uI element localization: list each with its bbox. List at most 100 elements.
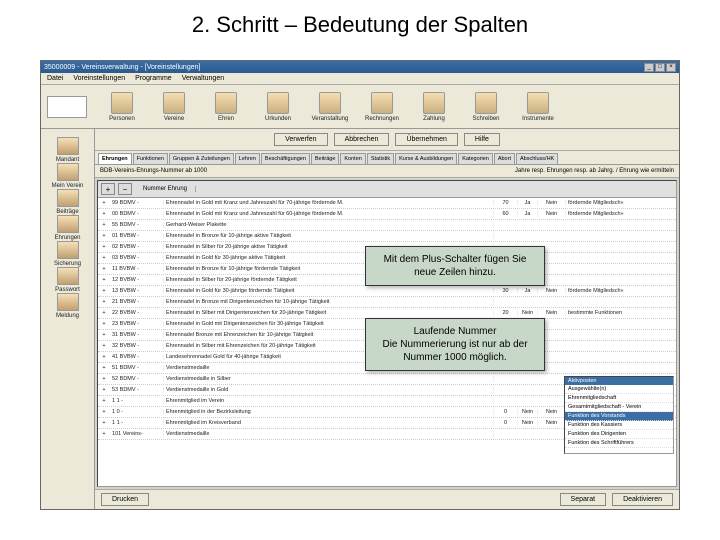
list-item[interactable]: Funktion des Kassiers (565, 421, 673, 430)
menu-item[interactable]: Datei (47, 75, 63, 82)
cell-desc: Ehrennadel in Bronze für 10-jährige akti… (164, 233, 494, 239)
toolbar-icon (423, 92, 445, 114)
sidebar-item[interactable]: Mein Verein (45, 163, 90, 189)
app-logo (47, 96, 87, 118)
expand-icon[interactable]: + (98, 310, 110, 316)
toolbar-button[interactable]: Zahlung (409, 92, 459, 122)
tab[interactable]: Lehren (235, 153, 260, 164)
cell-num: 22 BVBW - (110, 310, 164, 316)
cell-ja: Ja (518, 211, 538, 217)
toolbar-button[interactable]: Rechnungen (357, 92, 407, 122)
sidebar: MandantMein VereinBeiträgeEhrungenSicher… (41, 129, 95, 509)
deactivate-button[interactable]: Deaktivieren (612, 493, 673, 506)
list-item[interactable]: Gesamtmitgliedschaft - Verein (565, 403, 673, 412)
maximize-button[interactable]: □ (655, 63, 665, 72)
expand-icon[interactable]: + (98, 332, 110, 338)
expand-icon[interactable]: + (98, 299, 110, 305)
titlebar: 35000009 - Vereinsverwaltung - [Voreinst… (41, 61, 679, 73)
table-row[interactable]: +55 BDMV -Gerhard-Weiser Plakette (98, 220, 676, 231)
cell-desc: Ehrenmitglied im Kreisverband (164, 420, 494, 426)
expand-icon[interactable]: + (98, 288, 110, 294)
expand-icon[interactable]: + (98, 321, 110, 327)
expand-icon[interactable]: + (98, 222, 110, 228)
remove-row-button[interactable]: − (118, 183, 132, 195)
sidebar-item[interactable]: Ehrungen (45, 215, 90, 241)
list-item[interactable]: Funktion des Schriftführers (565, 439, 673, 448)
expand-icon[interactable]: + (98, 255, 110, 261)
footer-row: Drucken Separat Deaktivieren (95, 489, 679, 509)
sidebar-icon (57, 241, 79, 259)
menu-item[interactable]: Voreinstellungen (73, 75, 125, 82)
expand-icon[interactable]: + (98, 244, 110, 250)
cell-num: 55 BDMV - (110, 222, 164, 228)
expand-icon[interactable]: + (98, 266, 110, 272)
toolbar-button[interactable]: Ehren (201, 92, 251, 122)
help-button[interactable]: Hilfe (464, 133, 500, 146)
expand-icon[interactable]: + (98, 431, 110, 437)
toolbar-label: Veranstaltung (312, 116, 349, 122)
toolbar-button[interactable]: Urkunden (253, 92, 303, 122)
table-row[interactable]: +99 BDMV -Ehrennadel in Gold mit Kranz u… (98, 198, 676, 209)
expand-icon[interactable]: + (98, 365, 110, 371)
toolbar-button[interactable]: Schreiben (461, 92, 511, 122)
table-row[interactable]: +01 BVBW -Ehrennadel in Bronze für 10-jä… (98, 231, 676, 242)
tab[interactable]: Beschäftigungen (261, 153, 310, 164)
menu-item[interactable]: Programme (135, 75, 172, 82)
expand-icon[interactable]: + (98, 200, 110, 206)
expand-icon[interactable]: + (98, 387, 110, 393)
tab[interactable]: Ehrungen (98, 153, 132, 164)
tab[interactable]: Statistik (367, 153, 394, 164)
expand-icon[interactable]: + (98, 277, 110, 283)
minimize-button[interactable]: _ (644, 63, 654, 72)
cell-nein: Nein (538, 200, 566, 206)
tab[interactable]: Beiträge (311, 153, 340, 164)
expand-icon[interactable]: + (98, 398, 110, 404)
separate-button[interactable]: Separat (560, 493, 607, 506)
toolbar-button[interactable]: Instrumente (513, 92, 563, 122)
toolbar-icon (163, 92, 185, 114)
toolbar-button[interactable]: Personen (97, 92, 147, 122)
print-button[interactable]: Drucken (101, 493, 149, 506)
expand-icon[interactable]: + (98, 420, 110, 426)
toolbar-icon (475, 92, 497, 114)
tab[interactable]: Abschluss/HK (516, 153, 558, 164)
expand-icon[interactable]: + (98, 354, 110, 360)
sidebar-item[interactable]: Beiträge (45, 189, 90, 215)
cell-desc: Verdienstmedaille (164, 431, 494, 437)
tab[interactable]: Kurse & Ausbildungen (395, 153, 457, 164)
sidebar-item[interactable]: Sicherung (45, 241, 90, 267)
list-item[interactable]: Funktion des Vorstands (565, 412, 673, 421)
apply-button[interactable]: Übernehmen (395, 133, 457, 146)
expand-icon[interactable]: + (98, 376, 110, 382)
add-row-button[interactable]: + (101, 183, 115, 195)
cell-nein: Nein (538, 420, 566, 426)
cancel-button[interactable]: Abbrechen (334, 133, 390, 146)
menu-item[interactable]: Verwaltungen (182, 75, 224, 82)
toolbar-icon (371, 92, 393, 114)
expand-icon[interactable]: + (98, 409, 110, 415)
tab[interactable]: Funktionen (133, 153, 168, 164)
sidebar-label: Meldung (56, 313, 79, 319)
close-button[interactable]: × (666, 63, 676, 72)
discard-button[interactable]: Verwerfen (274, 133, 328, 146)
tab[interactable]: Gruppen & Zuteilungen (169, 153, 234, 164)
toolbar-button[interactable]: Veranstaltung (305, 92, 355, 122)
table-row[interactable]: +13 BVBW -Ehrennadel in Gold für 30-jähr… (98, 286, 676, 297)
tab[interactable]: Konten (340, 153, 365, 164)
list-item[interactable]: Funktion des Dirigenten (565, 430, 673, 439)
sidebar-item[interactable]: Passwort (45, 267, 90, 293)
table-row[interactable]: +00 BDMV -Ehrennadel in Gold mit Kranz u… (98, 209, 676, 220)
list-item[interactable]: Ausgewählte(n) (565, 385, 673, 394)
sidebar-item[interactable]: Meldung (45, 293, 90, 319)
table-row[interactable]: +21 BVBW -Ehrennadel in Bronze mit Dirig… (98, 297, 676, 308)
sidebar-item[interactable]: Mandant (45, 137, 90, 163)
expand-icon[interactable]: + (98, 211, 110, 217)
cell-nein: Nein (538, 310, 566, 316)
list-item[interactable]: Ehrenmitgliedschaft (565, 394, 673, 403)
expand-icon[interactable]: + (98, 343, 110, 349)
cell-num: 51 BDMV - (110, 365, 164, 371)
toolbar-button[interactable]: Vereine (149, 92, 199, 122)
tab[interactable]: Abort (494, 153, 515, 164)
expand-icon[interactable]: + (98, 233, 110, 239)
tab[interactable]: Kategorien (458, 153, 493, 164)
